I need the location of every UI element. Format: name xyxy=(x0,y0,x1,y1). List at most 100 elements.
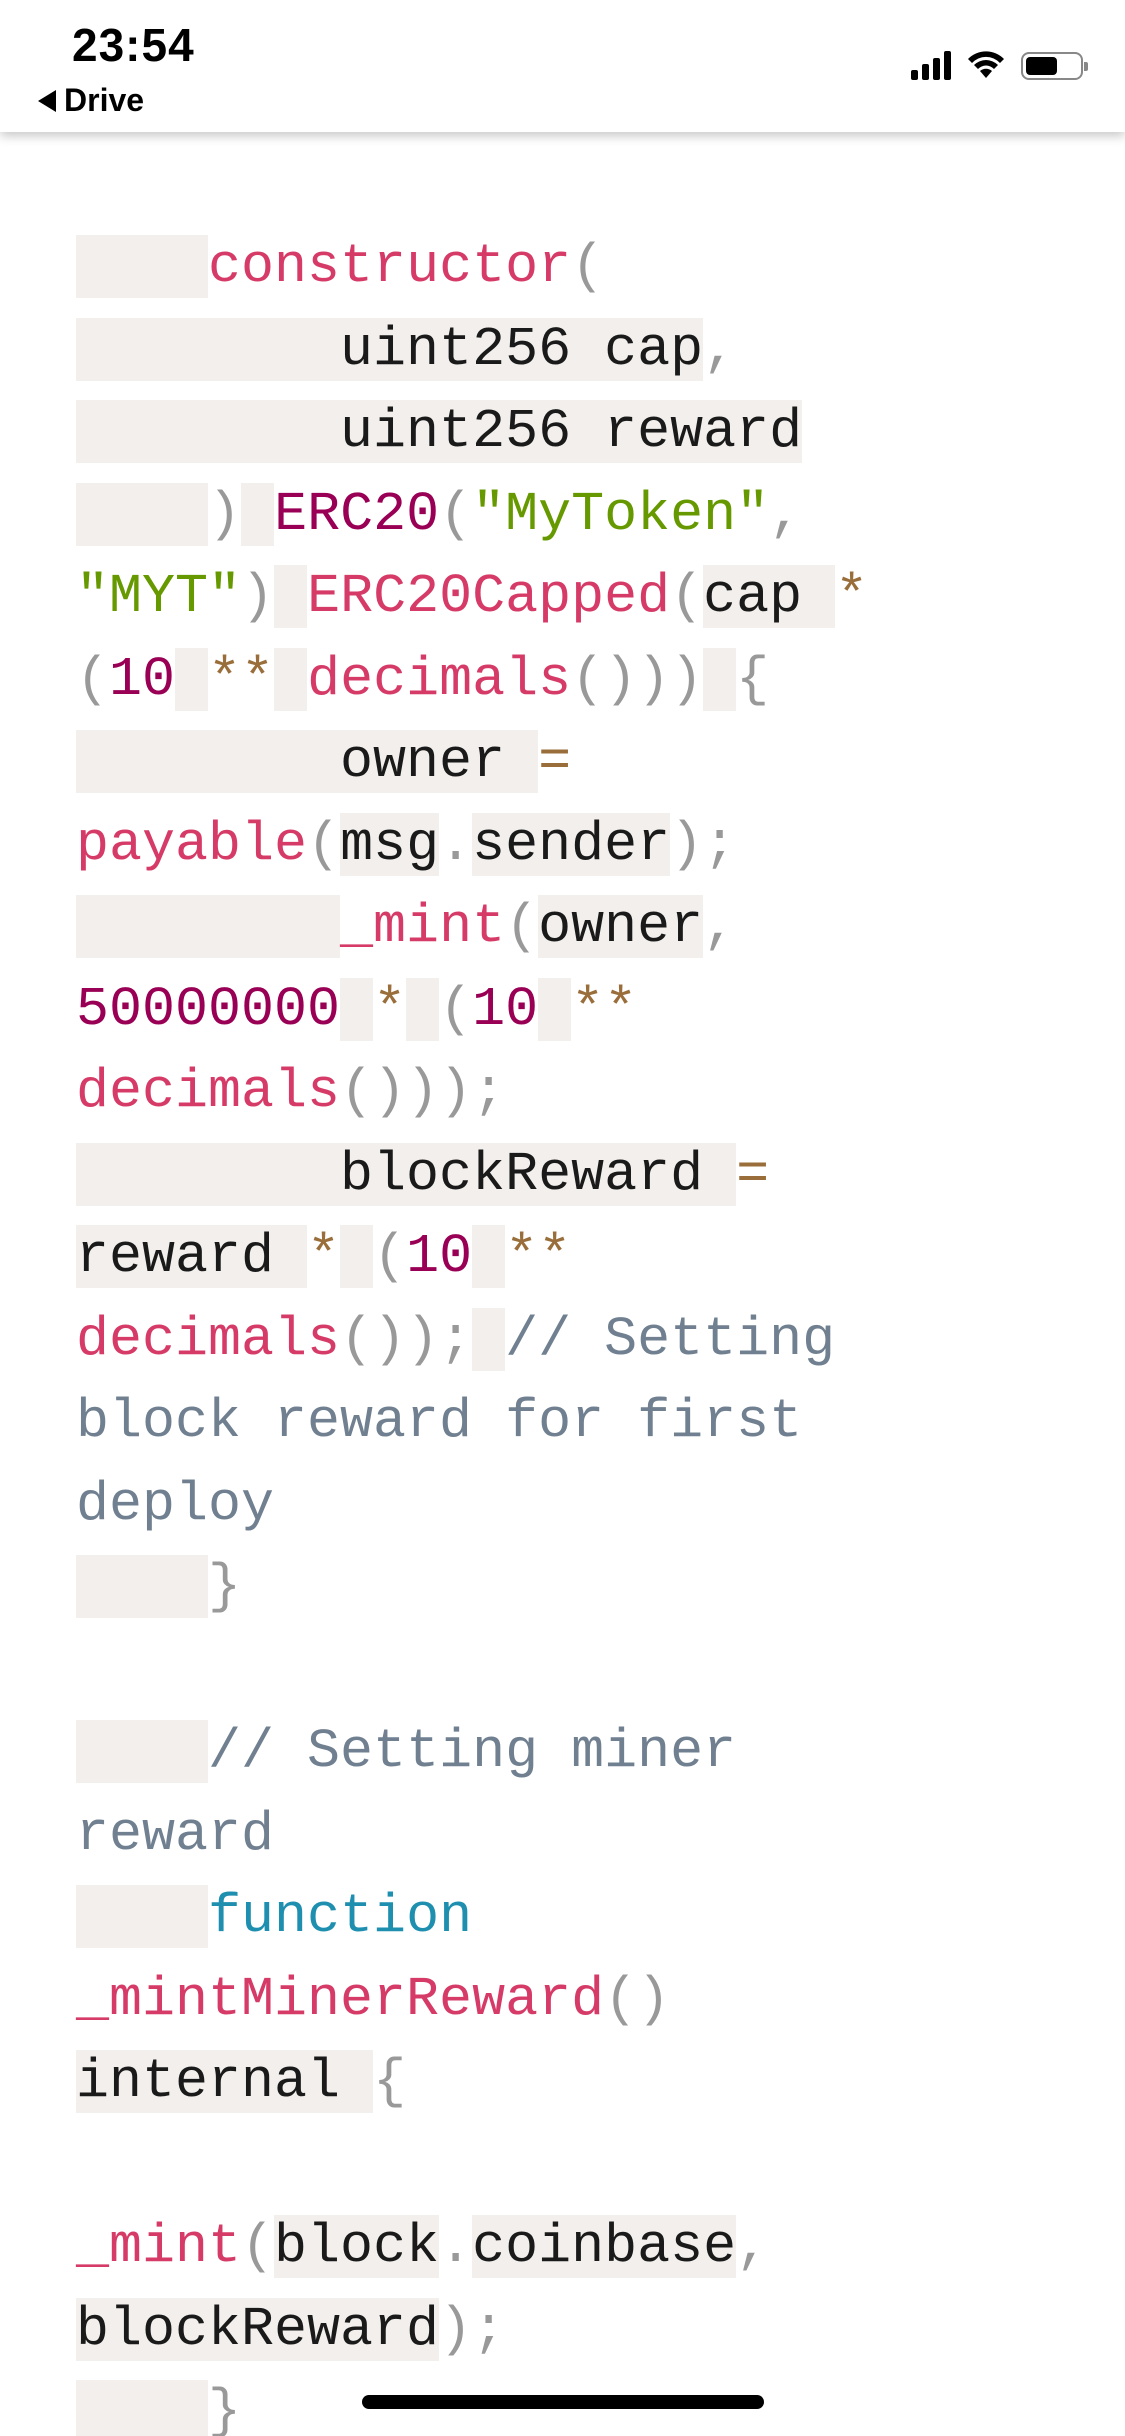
code-token: "MyToken" xyxy=(472,482,770,546)
code-token: * xyxy=(373,977,407,1041)
code-token: ()); xyxy=(340,1307,473,1371)
back-label: Drive xyxy=(64,82,145,118)
code-token: } xyxy=(208,1555,242,1618)
code-token: coinbase xyxy=(472,2215,737,2278)
indent-whitespace xyxy=(472,1225,506,1288)
code-token: owner xyxy=(538,895,704,958)
code-token: reward xyxy=(76,1225,308,1288)
code-token: ( xyxy=(76,647,110,711)
code-line: 50000000 * (10 ** xyxy=(76,969,1076,1052)
back-to-drive-button[interactable]: Drive xyxy=(38,82,144,119)
code-token: msg xyxy=(340,812,440,876)
code-line: decimals()); // Setting xyxy=(76,1299,1076,1382)
code-token: ); xyxy=(439,2297,506,2361)
code-token: decimals xyxy=(307,647,572,711)
code-token: block xyxy=(274,2215,440,2278)
code-token: } xyxy=(208,2380,242,2436)
code-token: = xyxy=(538,730,572,793)
code-token: // Setting miner xyxy=(208,1720,737,1783)
indent-whitespace xyxy=(538,977,572,1041)
code-token: ( xyxy=(241,2215,275,2278)
indent-whitespace xyxy=(241,482,275,546)
code-token: block reward for first xyxy=(76,1390,803,1453)
code-token: ( xyxy=(439,977,473,1041)
battery-level xyxy=(1026,57,1058,75)
code-token: sender xyxy=(472,812,671,876)
code-line: uint256 cap, xyxy=(76,309,1076,392)
code-token: ) xyxy=(208,482,242,546)
code-token: 10 xyxy=(472,977,539,1041)
code-token: _mint xyxy=(340,895,506,958)
indent-whitespace xyxy=(76,235,209,298)
code-line: payable(msg.sender); xyxy=(76,804,1076,887)
code-token: . xyxy=(439,812,473,876)
indent-whitespace xyxy=(76,1720,209,1783)
code-token: internal xyxy=(76,2050,374,2113)
code-line: owner = xyxy=(76,721,1076,804)
code-token: 50000000 xyxy=(76,977,341,1041)
code-viewer: constructor( uint256 cap, uint256 reward… xyxy=(76,226,1076,2436)
code-line: constructor( xyxy=(76,226,1076,309)
code-token: ())) xyxy=(571,647,704,711)
status-time: 23:54 xyxy=(72,19,195,71)
code-line: internal { xyxy=(76,2041,1076,2124)
code-line: // Setting miner xyxy=(76,1711,1076,1794)
status-icons xyxy=(911,48,1088,80)
code-line: reward * (10 ** xyxy=(76,1216,1076,1299)
home-indicator[interactable] xyxy=(362,2395,764,2409)
code-token: ERC20 xyxy=(274,482,440,546)
code-token: reward xyxy=(76,1802,275,1866)
code-line: _mint(owner, xyxy=(76,886,1076,969)
indent-whitespace xyxy=(340,1225,374,1288)
cellular-signal-icon xyxy=(911,50,951,80)
code-token: function xyxy=(208,1885,473,1948)
indent-whitespace xyxy=(76,482,209,546)
code-token: _mint xyxy=(76,2215,242,2278)
wifi-icon xyxy=(965,48,1007,80)
indent-whitespace xyxy=(340,977,374,1041)
indent-whitespace xyxy=(703,647,737,711)
code-line: } xyxy=(76,1546,1076,1629)
code-line: uint256 reward xyxy=(76,391,1076,474)
code-token: // Setting xyxy=(505,1307,836,1371)
code-token: ); xyxy=(670,812,737,876)
code-token: ( xyxy=(307,812,341,876)
code-line: _mint(block.coinbase, xyxy=(76,2206,1076,2289)
code-token: cap xyxy=(703,565,836,628)
code-token: 10 xyxy=(406,1225,473,1288)
code-token: , xyxy=(736,2215,770,2278)
code-token: * xyxy=(307,1225,341,1288)
code-token: constructor xyxy=(208,235,572,298)
code-token: uint256 reward xyxy=(76,400,803,463)
code-token: { xyxy=(373,2050,407,2113)
code-token: ( xyxy=(373,1225,407,1288)
code-token: decimals xyxy=(76,1307,341,1371)
back-arrow-icon xyxy=(38,89,56,112)
code-token: () xyxy=(604,1967,671,2031)
code-token: deploy xyxy=(76,1472,275,1536)
code-token: ** xyxy=(505,1225,572,1288)
code-line: (10 ** decimals())) { xyxy=(76,639,1076,722)
code-token: ERC20Capped xyxy=(307,565,671,628)
code-line: block reward for first xyxy=(76,1381,1076,1464)
code-line: deploy xyxy=(76,1464,1076,1547)
code-line: reward xyxy=(76,1794,1076,1877)
code-token: ** xyxy=(571,977,638,1041)
code-line: blockReward); xyxy=(76,2289,1076,2372)
indent-whitespace xyxy=(76,1885,209,1948)
code-token: owner xyxy=(76,730,539,793)
code-token: uint256 cap xyxy=(76,317,704,381)
code-line: blockReward = xyxy=(76,1134,1076,1217)
code-token: * xyxy=(835,565,869,628)
indent-whitespace xyxy=(472,1307,506,1371)
code-line: decimals())); xyxy=(76,1051,1076,1134)
indent-whitespace xyxy=(76,895,341,958)
code-token: , xyxy=(703,895,737,958)
code-token: = xyxy=(736,1142,770,1206)
code-token: . xyxy=(439,2215,473,2278)
code-token: , xyxy=(769,482,803,546)
code-token: , xyxy=(703,317,737,381)
code-token: ( xyxy=(670,565,704,628)
code-token: ( xyxy=(505,895,539,958)
